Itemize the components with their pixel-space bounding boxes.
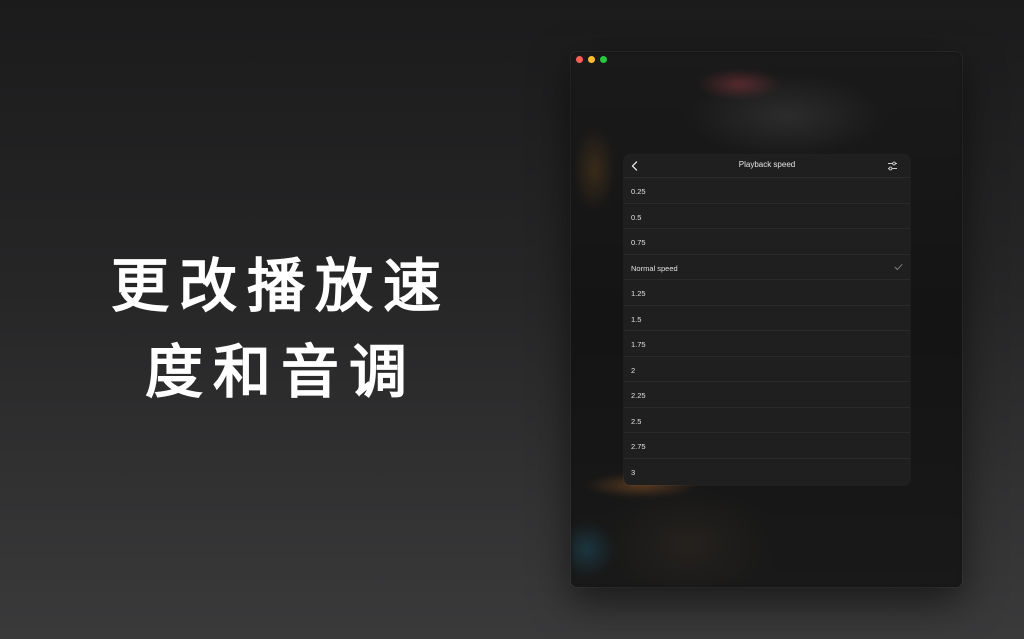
speed-option-label: 2.75 xyxy=(631,442,646,451)
playback-speed-panel: Playback speed 0.25 0.5 0.75 Normal spee… xyxy=(624,155,910,485)
speed-option-label: Normal speed xyxy=(631,263,678,273)
speed-option-1-25[interactable]: 1.25 xyxy=(624,280,910,306)
speed-option-label: 2 xyxy=(631,365,636,375)
checkmark-icon xyxy=(894,263,903,270)
window-controls xyxy=(576,56,607,63)
promo-headline-line-2: 度和音调 xyxy=(144,338,417,406)
speed-option-label: 1.25 xyxy=(631,289,646,298)
minimize-window-button[interactable] xyxy=(588,56,595,63)
promo-headline-line-1: 更改播放速 xyxy=(110,252,451,320)
speed-option-3[interactable]: 3 xyxy=(624,459,910,485)
speed-option-label: 1.5 xyxy=(631,314,642,324)
app-window: Playback speed 0.25 0.5 0.75 Normal spee… xyxy=(571,52,962,587)
sliders-icon[interactable] xyxy=(887,161,898,171)
speed-option-label: 3 xyxy=(631,467,636,477)
speed-option-1-75[interactable]: 1.75 xyxy=(624,331,910,357)
speed-option-label: 2.5 xyxy=(631,416,642,426)
speed-option-label: 2.25 xyxy=(631,391,646,400)
close-window-button[interactable] xyxy=(576,56,583,63)
maximize-window-button[interactable] xyxy=(600,56,607,63)
speed-option-1-5[interactable]: 1.5 xyxy=(624,306,910,331)
panel-title: Playback speed xyxy=(738,160,796,169)
speed-option-0-75[interactable]: 0.75 xyxy=(624,229,910,255)
panel-header: Playback speed xyxy=(624,155,910,178)
speed-option-label: 1.75 xyxy=(631,340,646,349)
speed-option-0-25[interactable]: 0.25 xyxy=(624,178,910,204)
speed-option-2-75[interactable]: 2.75 xyxy=(624,433,910,459)
speed-option-label: 0.25 xyxy=(631,187,646,196)
speed-option-label: 0.75 xyxy=(631,238,646,247)
speed-option-normal[interactable]: Normal speed xyxy=(624,255,910,280)
speed-options-list: 0.25 0.5 0.75 Normal speed 1.25 1.5 1.75… xyxy=(624,178,910,484)
speed-option-0-5[interactable]: 0.5 xyxy=(624,204,910,229)
speed-option-2-25[interactable]: 2.25 xyxy=(624,382,910,408)
speed-option-label: 0.5 xyxy=(631,212,642,222)
promo-headline: 更改播放速 度和音调 xyxy=(52,243,510,415)
speed-option-2[interactable]: 2 xyxy=(624,357,910,382)
speed-option-2-5[interactable]: 2.5 xyxy=(624,408,910,433)
